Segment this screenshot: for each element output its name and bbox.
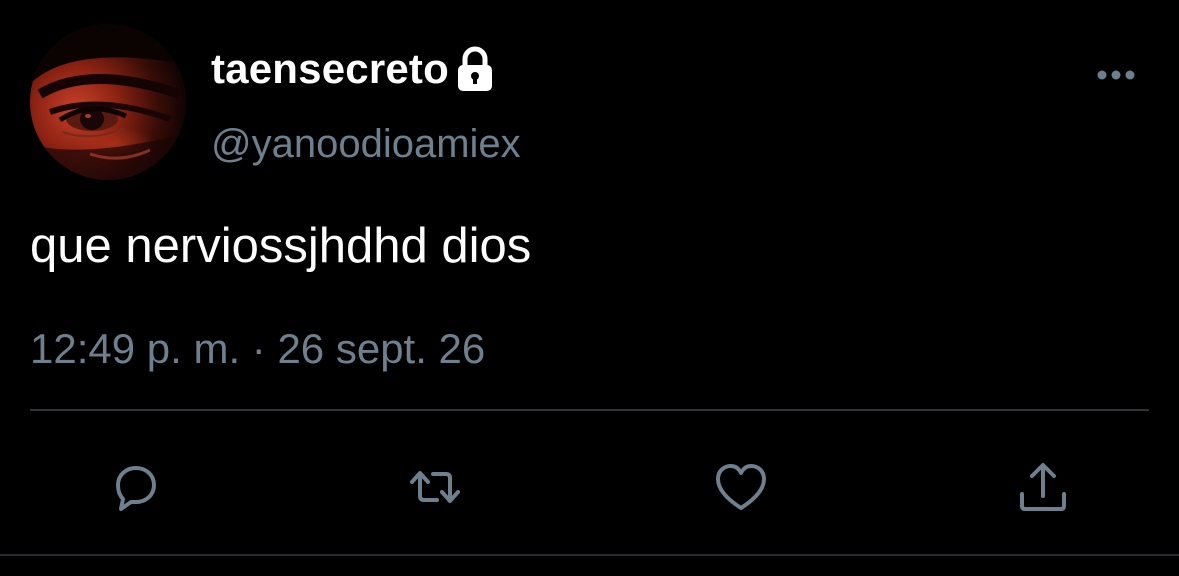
tweet-text: que nerviossjhdhd dios bbox=[30, 219, 532, 273]
avatar-photo bbox=[30, 24, 186, 180]
share-icon bbox=[1020, 463, 1066, 511]
tweet-timestamp[interactable]: 12:49 p. m. · 26 sept. 26 bbox=[30, 322, 485, 376]
like-button[interactable] bbox=[710, 456, 772, 518]
lock-icon bbox=[455, 46, 495, 92]
heart-icon bbox=[716, 464, 766, 510]
avatar[interactable] bbox=[30, 24, 186, 180]
divider bbox=[0, 554, 1179, 556]
retweet-button[interactable] bbox=[404, 456, 466, 518]
display-name[interactable]: taensecreto bbox=[211, 44, 449, 94]
reply-button[interactable] bbox=[104, 456, 166, 518]
reply-icon bbox=[116, 466, 156, 511]
retweet-icon bbox=[410, 471, 460, 503]
share-button[interactable] bbox=[1012, 456, 1074, 518]
divider bbox=[30, 409, 1149, 411]
user-handle[interactable]: @yanoodioamiex bbox=[211, 120, 521, 168]
tweet-card: taensecreto @yanoodioamiex que nerviossj… bbox=[0, 0, 1179, 576]
display-name-row[interactable]: taensecreto bbox=[211, 44, 495, 94]
more-horizontal-icon[interactable] bbox=[1094, 60, 1138, 90]
